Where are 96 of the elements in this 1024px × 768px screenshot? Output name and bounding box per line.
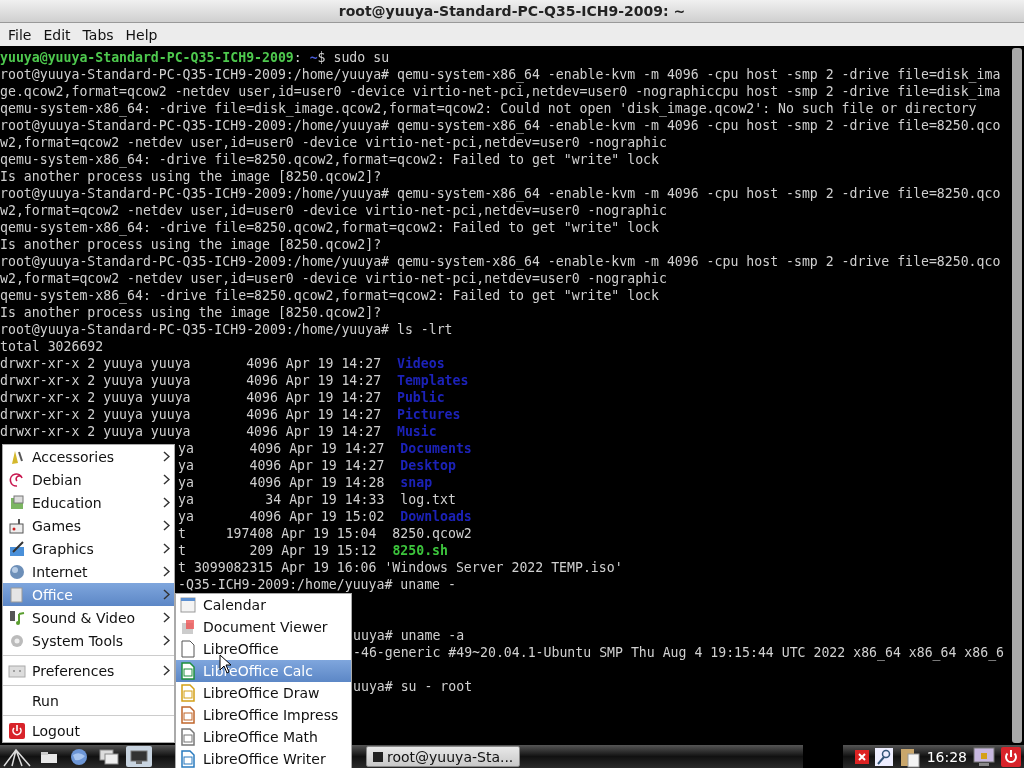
menu-item[interactable]: LibreOffice xyxy=(176,638,351,660)
terminal-line: drwxr-xr-x 2 yuuya yuuya 4096 Apr 19 14:27 Templates xyxy=(0,372,470,389)
drawing-icon xyxy=(9,540,25,557)
terminal-line: ya 4096 Apr 19 14:27 Documents xyxy=(178,441,472,456)
terminal-line: ya 4096 Apr 19 15:02 Downloads xyxy=(178,509,472,524)
menu-item[interactable]: Edit xyxy=(37,26,77,43)
menu-item[interactable]: Preferences xyxy=(3,659,174,682)
chevron-icon xyxy=(163,451,170,462)
terminal-line: total 3026692 xyxy=(0,338,105,355)
clock[interactable]: 16:28 xyxy=(926,748,967,765)
terminal-line: root@yuuya-Standard-PC-Q35-ICH9-2009:/home/yuuya# qemu-system-x86_64 -enable-kvm -m 4096 -cpu host -smp 2 -drive file=8250.qco xyxy=(0,253,1002,270)
chevron-icon xyxy=(163,474,170,485)
menu-item[interactable]: LibreOffice Writer xyxy=(176,748,351,768)
terminal-line: w2,format=qcow2 -netdev user,id=user0 -device virtio-net-pci,netdev=user0 -nographic xyxy=(0,270,668,287)
task-button[interactable]: root@yuuya-Sta... xyxy=(366,746,521,767)
gear-icon xyxy=(9,632,25,649)
terminal-line: ya 34 Apr 19 14:33 log.txt xyxy=(178,492,456,507)
menu-item[interactable]: Accessories xyxy=(3,445,174,468)
terminal-line: Is another process using the image [8250.qcow2]? xyxy=(0,236,383,253)
spreadsheet-icon xyxy=(180,662,196,680)
game-icon xyxy=(9,517,25,534)
settings-icon xyxy=(8,662,26,679)
menu-item[interactable]: Help xyxy=(119,26,164,43)
chevron-icon xyxy=(163,589,170,600)
terminal-line: qemu-system-x86_64: -drive file=8250.qcow2,format=qcow2: Failed to get "write" lock xyxy=(0,219,660,236)
terminal-line: t 197408 Apr 19 15:04 8250.qcow2 xyxy=(178,526,472,541)
terminal-line: qemu-system-x86_64: -drive file=disk_image.qcow2,format=qcow2: Could not open 'disk_image.qcow2': No such file or directory xyxy=(0,100,978,117)
chevron-icon xyxy=(163,497,170,508)
menu-item[interactable]: LibreOffice Draw xyxy=(176,682,351,704)
chevron-icon xyxy=(163,520,170,531)
windows-icon[interactable] xyxy=(96,746,122,767)
start-menu-icon[interactable] xyxy=(2,746,32,767)
terminal-line: t 3099082315 Apr 19 16:06 'Windows Server 2022 TEMP.iso' xyxy=(178,560,623,575)
terminal-line: yuuya@yuuya-Standard-PC-Q35-ICH9-2009: ~$ sudo su xyxy=(0,49,391,66)
terminal-line: -Q35-ICH9-2009:/home/yuuya# uname - xyxy=(178,577,456,592)
globe-icon xyxy=(9,563,25,580)
power-icon[interactable] xyxy=(1001,746,1021,767)
chevron-icon xyxy=(163,543,170,554)
lock-screen-icon[interactable] xyxy=(973,746,995,767)
close-icon[interactable] xyxy=(854,749,869,764)
terminal-line: w2,format=qcow2 -netdev user,id=user0 -device virtio-net-pci,netdev=user0 -nographic xyxy=(0,134,668,151)
menu-item[interactable]: LibreOffice Impress xyxy=(176,704,351,726)
terminal-line: Is another process using the image [8250.qcow2]? xyxy=(0,304,383,321)
terminal-line: root@yuuya-Standard-PC-Q35-ICH9-2009:/home/yuuya# ls -lrt xyxy=(0,321,454,338)
terminal-line: uuya# uname -a xyxy=(353,628,465,643)
document-icon xyxy=(9,586,25,603)
terminal-line: w2,format=qcow2 -netdev user,id=user0 -device virtio-net-pci,netdev=user0 -nographic xyxy=(0,202,668,219)
chevron-icon xyxy=(163,635,170,646)
window-title: root@yuuya-Standard-PC-Q35-ICH9-2009: ~ xyxy=(338,3,686,19)
terminal-line: -46-generic #49~20.04.1-Ubuntu SMP Thu Aug 4 19:15:44 UTC 2022 x86_64 x86_64 x86_6 xyxy=(353,645,1005,660)
menu-item[interactable]: Internet xyxy=(3,560,174,583)
terminal-line: drwxr-xr-x 2 yuuya yuuya 4096 Apr 19 14:27 Music xyxy=(0,423,438,440)
terminal-icon xyxy=(373,750,383,763)
terminal-line: root@yuuya-Standard-PC-Q35-ICH9-2009:/home/yuuya# qemu-system-x86_64 -enable-kvm -m 4096 -cpu host -smp 2 -drive file=disk_ima xyxy=(0,66,1002,83)
monitor-icon[interactable] xyxy=(126,746,152,767)
calendar-icon xyxy=(180,597,196,613)
terminal-line: qemu-system-x86_64: -drive file=8250.qcow2,format=qcow2: Failed to get "write" lock xyxy=(0,287,660,304)
terminal-line: qemu-system-x86_64: -drive file=8250.qcow2,format=qcow2: Failed to get "write" lock xyxy=(0,151,660,168)
menu-item[interactable]: Document Viewer xyxy=(176,616,351,638)
search-icon[interactable] xyxy=(874,747,893,766)
menu-item[interactable]: System Tools xyxy=(3,629,174,652)
menu-item[interactable]: Debian xyxy=(3,468,174,491)
menu-item[interactable]: File xyxy=(2,26,38,43)
chevron-icon xyxy=(163,612,170,623)
page-icon xyxy=(180,640,196,658)
terminal-line: root@yuuya-Standard-PC-Q35-ICH9-2009:/home/yuuya# qemu-system-x86_64 -enable-kvm -m 4096 -cpu host -smp 2 -drive file=8250.qco xyxy=(0,185,1002,202)
swirl-icon xyxy=(9,471,25,488)
menu-item[interactable]: LibreOffice Math xyxy=(176,726,351,748)
document-icon xyxy=(180,619,196,635)
terminal-line: drwxr-xr-x 2 yuuya yuuya 4096 Apr 19 14:27 Public xyxy=(0,389,446,406)
terminal-line: ya 4096 Apr 19 14:28 snap xyxy=(178,475,433,490)
chevron-icon xyxy=(163,665,170,676)
menu-item[interactable]: Sound & Video xyxy=(3,606,174,629)
menu-item[interactable]: Logout xyxy=(3,719,174,742)
terminal-line: Is another process using the image [8250.qcow2]? xyxy=(0,168,383,185)
scrollbar[interactable] xyxy=(1012,48,1022,743)
terminal-line: t 209 Apr 19 15:12 8250.sh xyxy=(178,543,448,558)
music-icon xyxy=(9,609,25,626)
power-icon xyxy=(9,722,25,739)
terminal-line: drwxr-xr-x 2 yuuya yuuya 4096 Apr 19 14:27 Pictures xyxy=(0,406,462,423)
terminal-line: root@yuuya-Standard-PC-Q35-ICH9-2009:/home/yuuya# qemu-system-x86_64 -enable-kvm -m 4096 -cpu host -smp 2 -drive file=8250.qco xyxy=(0,117,1002,134)
terminal-line: uuya# su - root xyxy=(353,679,473,694)
formula-icon xyxy=(180,728,196,746)
book-icon xyxy=(9,494,25,511)
menu-item[interactable]: Education xyxy=(3,491,174,514)
presentation-icon xyxy=(180,706,196,724)
terminal-line: drwxr-xr-x 2 yuuya yuuya 4096 Apr 19 14:27 Videos xyxy=(0,355,446,372)
drawing-icon xyxy=(180,684,196,702)
menu-item[interactable]: Graphics xyxy=(3,537,174,560)
menu-item[interactable]: Calendar xyxy=(176,594,351,616)
menu-item[interactable]: Games xyxy=(3,514,174,537)
terminal-line: ya 4096 Apr 19 14:27 Desktop xyxy=(178,458,456,473)
chevron-icon xyxy=(163,566,170,577)
menu-item[interactable]: Tabs xyxy=(76,26,120,43)
terminal-line: ge.qcow2,format=qcow2 -netdev user,id=user0 -device virtio-net-pci,netdev=user0 -nographiccpu host -smp 2 -drive file=disk_ima xyxy=(0,83,1002,100)
menu-item[interactable]: Run xyxy=(3,689,174,712)
